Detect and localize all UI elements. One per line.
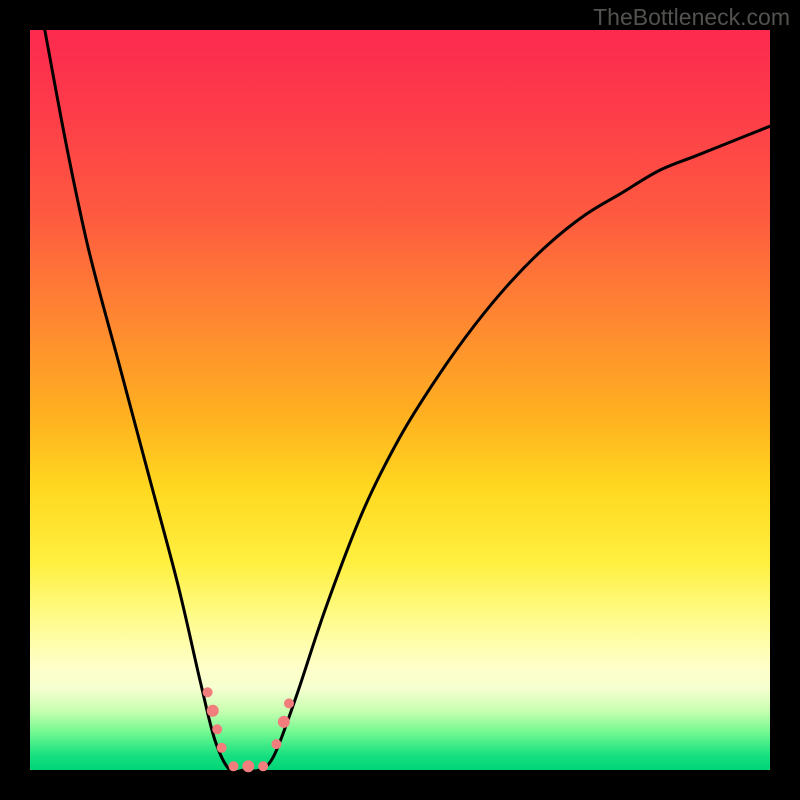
data-marker xyxy=(271,739,281,749)
data-marker xyxy=(207,705,219,717)
plot-area xyxy=(30,30,770,770)
data-marker xyxy=(284,698,294,708)
watermark-text: TheBottleneck.com xyxy=(593,4,790,31)
data-marker xyxy=(258,761,268,771)
bottleneck-curve xyxy=(45,30,770,772)
data-marker xyxy=(278,716,290,728)
data-marker xyxy=(203,687,213,697)
data-marker xyxy=(242,760,254,772)
data-marker xyxy=(229,761,239,771)
marker-group xyxy=(203,687,294,772)
data-marker xyxy=(217,743,227,753)
chart-frame: TheBottleneck.com xyxy=(0,0,800,800)
data-marker xyxy=(212,724,222,734)
curve-layer xyxy=(30,30,770,770)
